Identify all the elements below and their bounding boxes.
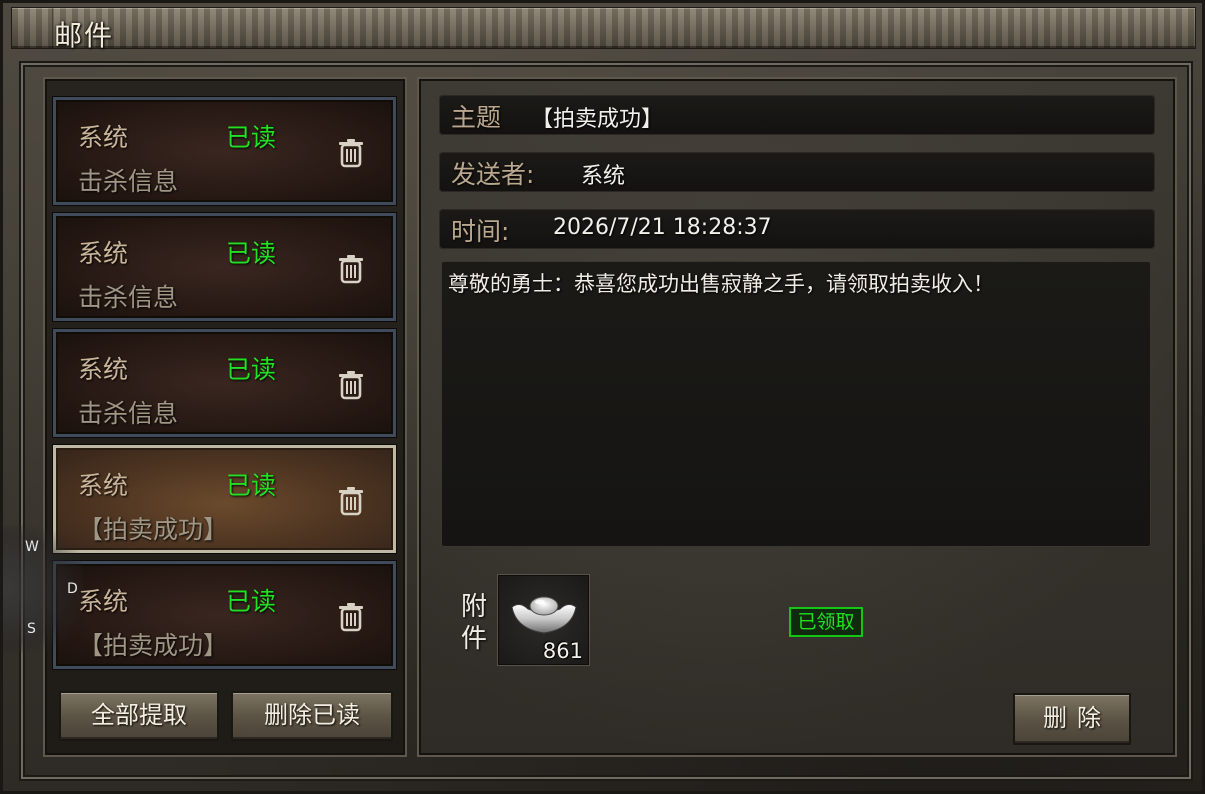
mail-subject: 【拍卖成功】 — [78, 515, 229, 544]
trash-icon[interactable] — [334, 368, 368, 402]
delete-read-button[interactable]: 删除已读 — [231, 691, 393, 741]
mail-list-item[interactable]: 系统 已读 击杀信息 — [53, 329, 396, 437]
mail-sender: 系统 — [78, 355, 129, 384]
claimed-status-badge: 已领取 — [789, 607, 863, 637]
time-row: 时间: 2026/7/21 18:28:37 — [439, 209, 1155, 249]
title-ornament — [12, 8, 53, 48]
mail-list-item-selected[interactable]: 系统 已读 【拍卖成功】 — [53, 445, 396, 553]
key-d-label: D — [67, 581, 78, 597]
mail-body-text: 尊敬的勇士：恭喜您成功出售寂静之手，请领取拍卖收入！ — [448, 272, 994, 296]
time-label: 时间: — [451, 217, 510, 246]
attachment-label: 附件 — [460, 592, 487, 654]
attachment-count: 861 — [542, 639, 583, 663]
mail-window: 邮件 系统 已读 击杀信息 系统 已读 击杀信息 系统 已读 击杀信息 系统 已… — [0, 0, 1205, 794]
window-title: 邮件 — [54, 19, 115, 52]
attachment-slot[interactable]: 861 — [497, 574, 590, 666]
silver-ingot-icon — [511, 596, 577, 634]
mail-list-item[interactable]: 系统 已读 【拍卖成功】 — [53, 561, 396, 669]
key-s-label: S — [27, 621, 36, 637]
mail-read-status: 已读 — [226, 471, 277, 500]
mail-read-status: 已读 — [226, 587, 277, 616]
mail-sender: 系统 — [78, 123, 129, 152]
trash-icon[interactable] — [334, 484, 368, 518]
mail-sender: 系统 — [78, 471, 129, 500]
key-w-label: W — [25, 539, 39, 555]
mail-list-item[interactable]: 系统 已读 击杀信息 — [53, 213, 396, 321]
title-bar: 邮件 — [11, 7, 1196, 52]
mail-read-status: 已读 — [226, 355, 277, 384]
mail-read-status: 已读 — [226, 239, 277, 268]
trash-icon[interactable] — [334, 600, 368, 634]
mail-subject: 【拍卖成功】 — [78, 631, 229, 660]
time-value: 2026/7/21 18:28:37 — [553, 215, 772, 240]
trash-icon[interactable] — [334, 252, 368, 286]
sender-value: 系统 — [581, 164, 626, 189]
sender-row: 发送者: 系统 — [439, 152, 1155, 192]
collect-all-button[interactable]: 全部提取 — [59, 691, 219, 741]
trash-icon[interactable] — [334, 136, 368, 170]
mail-subject: 击杀信息 — [78, 399, 179, 428]
mail-read-status: 已读 — [226, 123, 277, 152]
mail-list-item[interactable]: 系统 已读 击杀信息 — [53, 97, 396, 205]
subject-label: 主题 — [451, 103, 502, 132]
sender-label: 发送者: — [451, 160, 535, 189]
mail-body: 尊敬的勇士：恭喜您成功出售寂静之手，请领取拍卖收入！ — [441, 261, 1151, 547]
subject-row: 主题 【拍卖成功】 — [439, 95, 1155, 135]
subject-value: 【拍卖成功】 — [531, 107, 664, 132]
mail-sender: 系统 — [78, 239, 129, 268]
delete-button[interactable]: 删除 — [1013, 693, 1131, 745]
movement-keys-overlay: W D S — [3, 525, 83, 653]
mail-subject: 击杀信息 — [78, 167, 179, 196]
mail-sender: 系统 — [78, 587, 129, 616]
mail-subject: 击杀信息 — [78, 283, 179, 312]
